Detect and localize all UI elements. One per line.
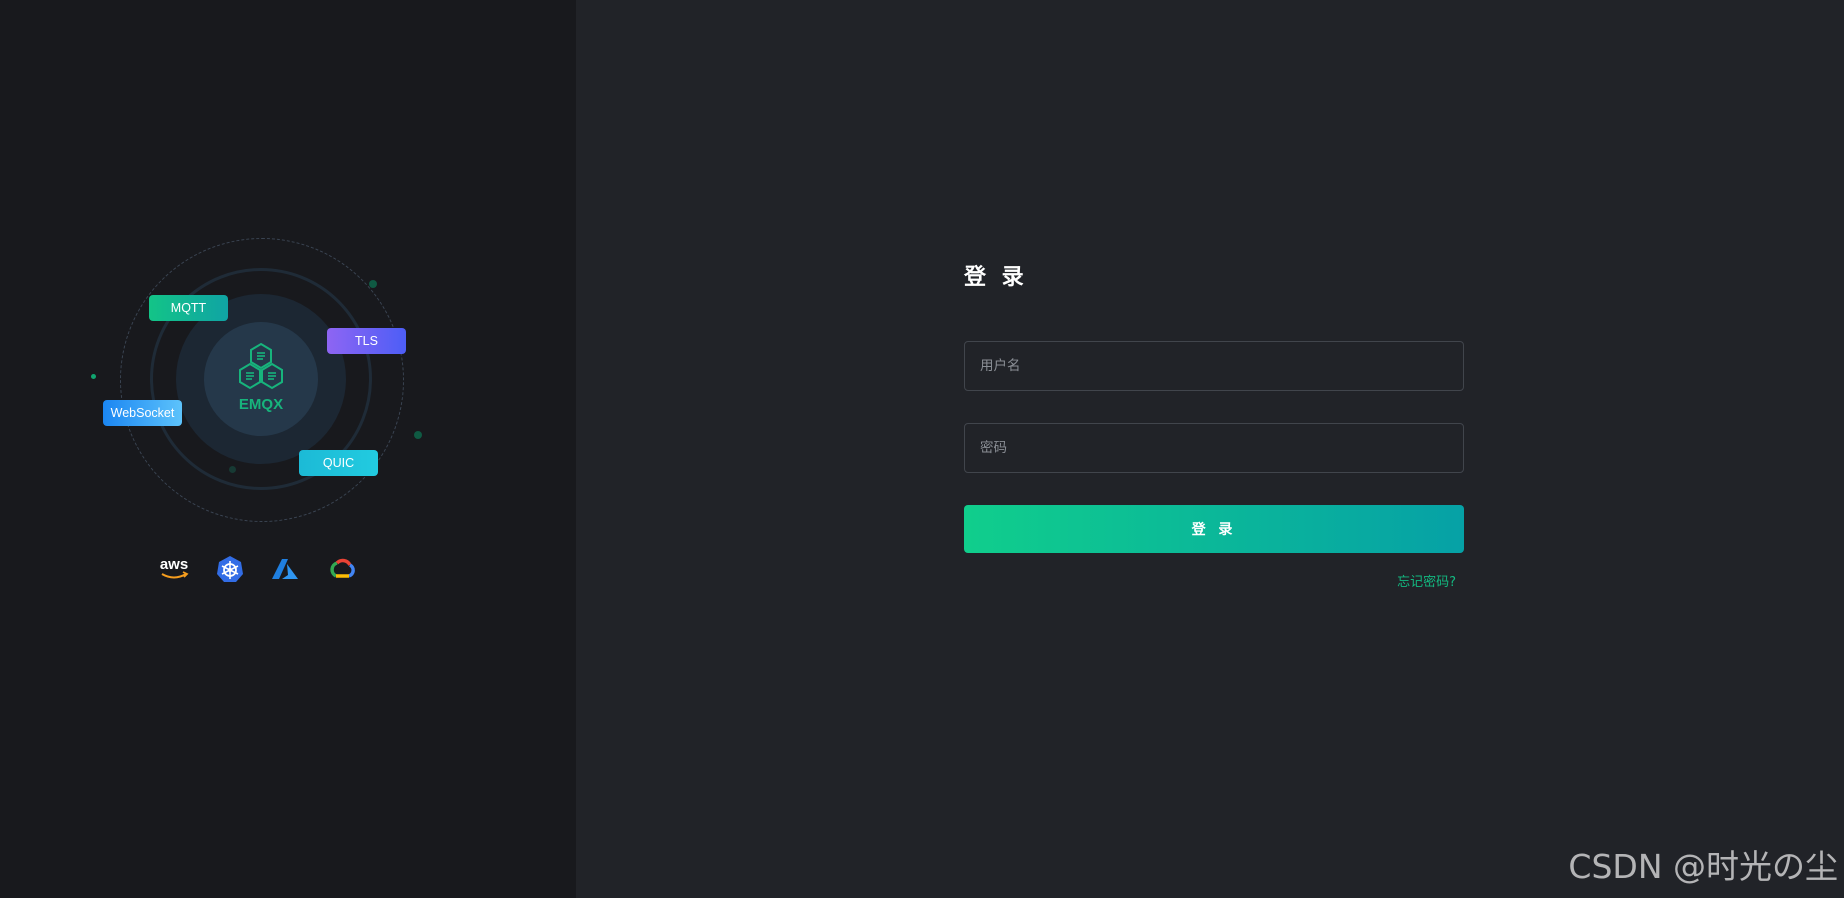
kubernetes-icon [217, 556, 243, 582]
websocket-badge: WebSocket [103, 400, 182, 426]
login-title: 登 录 [964, 265, 1028, 290]
azure-icon [272, 559, 298, 579]
emqx-hexagon-logo-icon [239, 342, 283, 390]
orbit-dot [369, 280, 377, 288]
aws-logo-icon: aws [160, 556, 189, 579]
orbit-dot [91, 374, 96, 379]
watermark: CSDN @时光の尘 [1568, 847, 1838, 886]
username-input[interactable] [964, 341, 1464, 391]
left-panel: EMQX MQTT TLS WebSocket QUIC aws [0, 0, 576, 898]
login-form: 登 录 登 录 忘记密码? [964, 262, 1464, 590]
login-button[interactable]: 登 录 [964, 505, 1464, 553]
mqtt-badge: MQTT [149, 295, 228, 321]
forgot-password-link[interactable]: 忘记密码? [1397, 571, 1456, 590]
emqx-label: EMQX [238, 396, 284, 413]
svg-text:aws: aws [160, 556, 188, 573]
quic-badge: QUIC [299, 450, 378, 476]
tls-badge: TLS [327, 328, 406, 354]
orbit-dot [414, 431, 422, 439]
orbit-dot [229, 466, 236, 473]
emqx-illustration: EMQX MQTT TLS WebSocket QUIC [80, 220, 460, 550]
google-cloud-icon [330, 558, 355, 578]
password-input[interactable] [964, 423, 1464, 473]
